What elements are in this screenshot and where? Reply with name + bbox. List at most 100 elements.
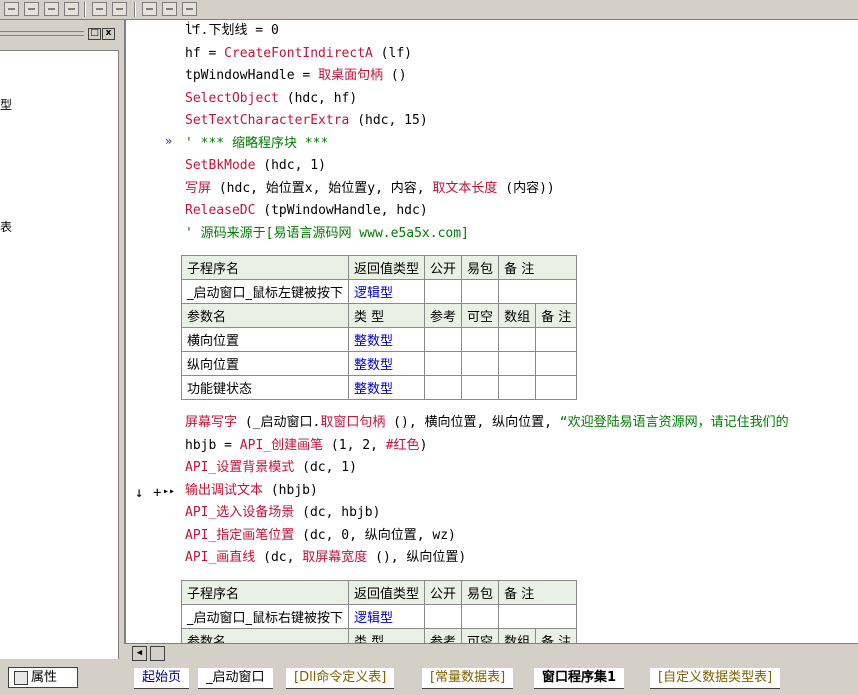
tab-item[interactable]: 窗口程序集1 (534, 668, 625, 689)
table-cell[interactable]: 备 注 (535, 303, 578, 328)
table-cell[interactable]: 功能键状态 (180, 375, 350, 400)
properties-tab[interactable]: 属性 (8, 667, 78, 688)
table-cell[interactable]: 备 注 (535, 628, 578, 643)
code-line[interactable]: ' *** 缩略程序块 *** (185, 134, 328, 154)
table-cell[interactable]: 纵向位置 (180, 351, 350, 376)
horizontal-scrollbar[interactable]: ◀ (124, 643, 858, 664)
align-top-icon[interactable] (44, 2, 59, 16)
table-cell[interactable]: 类 型 (348, 628, 426, 643)
table-cell[interactable]: _启动窗口_鼠标右键被按下 (180, 604, 350, 629)
tree-view[interactable]: 型 表 (0, 50, 119, 659)
table-cell[interactable]: 逻辑型 (348, 279, 426, 304)
code-line[interactable]: API_选入设备场景 (dc, hbjb) (185, 503, 380, 523)
table-cell[interactable]: 参数名 (180, 303, 350, 328)
code-line[interactable]: 写屏 (hdc, 始位置x, 始位置y, 内容, 取文本长度 (内容)) (185, 179, 555, 199)
code-line[interactable]: tpWindowHandle = 取桌面句柄 () (185, 66, 407, 86)
table-row[interactable]: _启动窗口_鼠标左键被按下 逻辑型 (180, 279, 578, 304)
table-cell[interactable] (535, 351, 578, 376)
space-horizontal-icon[interactable] (92, 2, 107, 16)
table-cell[interactable] (498, 604, 578, 629)
code-line[interactable]: SelectObject (hdc, hf) (185, 89, 357, 109)
align-bottom-icon[interactable] (64, 2, 79, 16)
same-width-icon[interactable] (142, 2, 157, 16)
close-icon[interactable]: x (102, 28, 115, 40)
same-height-icon[interactable] (162, 2, 177, 16)
table-cell[interactable]: 数组 (498, 628, 537, 643)
table-cell[interactable]: 可空 (461, 628, 500, 643)
code-line[interactable]: ' 源码来源于[易语言源码网 www.e5a5x.com] (185, 224, 469, 244)
restore-icon[interactable]: □ (88, 28, 101, 40)
table-cell[interactable] (424, 351, 463, 376)
code-token: tpWindowHandle = (185, 68, 319, 83)
table-cell[interactable]: 数组 (498, 303, 537, 328)
table-cell[interactable]: 子程序名 (180, 580, 350, 605)
table-cell[interactable] (535, 375, 578, 400)
code-line[interactable]: lf.下划线 = 0 (185, 21, 279, 41)
table-cell[interactable] (424, 279, 463, 304)
table-cell[interactable]: 公开 (424, 255, 463, 280)
tree-item[interactable]: 型 (0, 96, 12, 113)
table-cell[interactable]: 整数型 (348, 351, 426, 376)
scroll-left-icon[interactable]: ◀ (132, 646, 147, 661)
table-row[interactable]: 功能键状态 整数型 (180, 375, 578, 400)
table-cell[interactable]: 整数型 (348, 327, 426, 352)
table-cell[interactable]: 易包 (461, 580, 500, 605)
table-cell[interactable] (535, 327, 578, 352)
table-cell[interactable]: 备 注 (498, 255, 578, 280)
code-editor[interactable]: ┆▸ » lf.下划线 = 0 hf = CreateFontIndirectA … (124, 20, 858, 643)
table-cell[interactable] (461, 351, 500, 376)
table-cell[interactable] (461, 375, 500, 400)
code-line[interactable]: hbjb = API_创建画笔 (1, 2, #红色) (185, 436, 427, 456)
code-line[interactable]: API_指定画笔位置 (dc, 0, 纵向位置, wz) (185, 526, 456, 546)
table-cell[interactable]: 易包 (461, 255, 500, 280)
table-cell[interactable]: _启动窗口_鼠标左键被按下 (180, 279, 350, 304)
table-cell[interactable] (461, 327, 500, 352)
table-cell[interactable] (461, 279, 500, 304)
same-size-icon[interactable] (182, 2, 197, 16)
tab-item[interactable]: [常量数据表] (422, 668, 514, 689)
tab-item[interactable]: [Dll命令定义表] (286, 668, 395, 689)
table-cell[interactable] (498, 327, 537, 352)
table-cell[interactable]: 类 型 (348, 303, 426, 328)
align-left-icon[interactable] (4, 2, 19, 16)
space-vertical-icon[interactable] (112, 2, 127, 16)
table-cell[interactable]: 横向位置 (180, 327, 350, 352)
table-cell[interactable]: 逻辑型 (348, 604, 426, 629)
code-line[interactable]: API_画直线 (dc, 取屏幕宽度 (), 纵向位置) (185, 548, 466, 568)
table-cell[interactable]: 返回值类型 (348, 580, 426, 605)
table-cell[interactable] (498, 351, 537, 376)
tab-item[interactable]: _启动窗口 (198, 668, 273, 689)
table-cell[interactable] (461, 604, 500, 629)
table-cell[interactable]: 参数名 (180, 628, 350, 643)
code-line[interactable]: SetBkMode (hdc, 1) (185, 156, 326, 176)
code-line[interactable]: SetTextCharacterExtra (hdc, 15) (185, 111, 428, 131)
code-line[interactable]: 输出调试文本 (hbjb) (185, 481, 318, 501)
table-cell[interactable]: 可空 (461, 303, 500, 328)
scroll-thumb[interactable] (150, 646, 165, 661)
code-line[interactable]: API_设置背景模式 (dc, 1) (185, 458, 357, 478)
table-row[interactable]: 纵向位置 整数型 (180, 351, 578, 376)
collapse-marker-icon[interactable]: » (165, 134, 172, 148)
table-cell[interactable]: 整数型 (348, 375, 426, 400)
code-line[interactable]: ReleaseDC (tpWindowHandle, hdc) (185, 201, 428, 221)
toolbar-separator (134, 2, 136, 17)
code-line[interactable]: hf = CreateFontIndirectA (lf) (185, 44, 412, 64)
align-center-icon[interactable] (24, 2, 39, 16)
table-row[interactable]: _启动窗口_鼠标右键被按下 逻辑型 (180, 604, 578, 629)
table-cell[interactable]: 子程序名 (180, 255, 350, 280)
table-cell[interactable] (424, 375, 463, 400)
table-cell[interactable] (498, 279, 578, 304)
table-cell[interactable] (424, 604, 463, 629)
table-cell[interactable]: 参考 (424, 303, 463, 328)
table-row[interactable]: 横向位置 整数型 (180, 327, 578, 352)
table-cell[interactable] (498, 375, 537, 400)
table-cell[interactable]: 返回值类型 (348, 255, 426, 280)
table-cell[interactable] (424, 327, 463, 352)
table-cell[interactable]: 参考 (424, 628, 463, 643)
tree-item[interactable]: 表 (0, 218, 12, 235)
tab-item[interactable]: [自定义数据类型表] (650, 668, 781, 689)
table-cell[interactable]: 备 注 (498, 580, 578, 605)
code-line[interactable]: 屏幕写字 (_启动窗口.取窗口句柄 (), 横向位置, 纵向位置, “欢迎登陆易… (185, 413, 789, 433)
table-cell[interactable]: 公开 (424, 580, 463, 605)
tab-item[interactable]: 起始页 (134, 668, 190, 689)
